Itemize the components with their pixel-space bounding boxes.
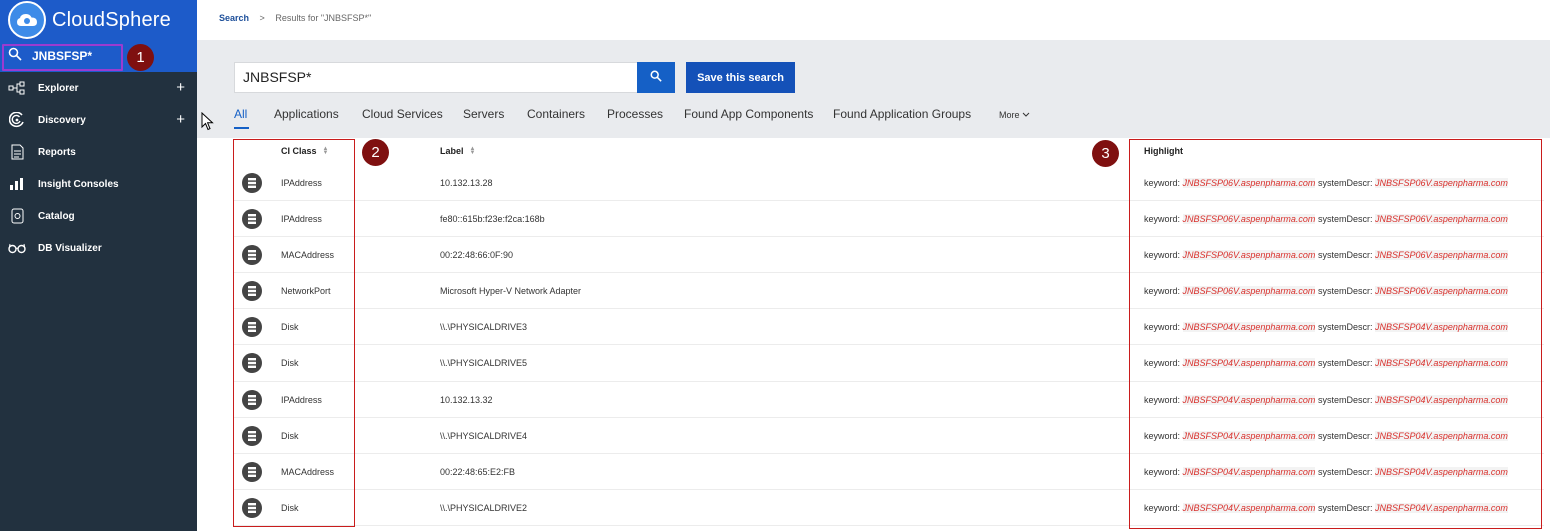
cell-label[interactable]: \\.\PHYSICALDRIVE5 — [440, 358, 527, 368]
annotation-callout-3: 3 — [1092, 140, 1119, 167]
column-header-label[interactable]: Label ▲ ▼ — [440, 138, 475, 164]
sidebar: CloudSphere JNBSFSP* Explorer + Discover… — [0, 0, 197, 531]
sidebar-item-catalog[interactable]: Catalog — [0, 200, 197, 232]
mouse-pointer-icon — [201, 111, 214, 136]
tab-processes[interactable]: Processes — [607, 107, 663, 121]
cell-label[interactable]: \\.\PHYSICALDRIVE3 — [440, 322, 527, 332]
breadcrumb-separator: > — [259, 13, 265, 23]
sidebar-item-db-visualizer[interactable]: DB Visualizer — [0, 232, 197, 264]
sort-icon[interactable]: ▲ ▼ — [470, 146, 476, 156]
chart-icon — [8, 175, 26, 193]
sidebar-item-label: Reports — [38, 146, 76, 158]
tab-servers[interactable]: Servers — [463, 107, 504, 121]
cell-label[interactable]: 00:22:48:66:0F:90 — [440, 250, 513, 260]
search-icon — [650, 69, 662, 87]
reports-icon — [8, 143, 26, 161]
cell-label[interactable]: \\.\PHYSICALDRIVE4 — [440, 431, 527, 441]
cell-label[interactable]: Microsoft Hyper-V Network Adapter — [440, 286, 581, 296]
tab-more[interactable]: More — [999, 110, 1030, 120]
sidebar-item-label: Insight Consoles — [38, 178, 119, 190]
column-header-label-text: Label — [440, 146, 464, 156]
expand-plus-icon[interactable]: + — [176, 79, 185, 96]
chevron-down-icon — [1022, 110, 1030, 120]
brand-header[interactable]: CloudSphere — [0, 0, 197, 40]
sidebar-item-label: Explorer — [38, 82, 79, 94]
more-label: More — [999, 110, 1020, 120]
explorer-icon — [8, 79, 26, 97]
annotation-callout-1: 1 — [127, 44, 154, 71]
sidebar-search[interactable]: JNBSFSP* — [0, 40, 197, 72]
sidebar-item-explorer[interactable]: Explorer + — [0, 72, 197, 104]
cell-label[interactable]: fe80::615b:f23e:f2ca:168b — [440, 214, 545, 224]
cell-label[interactable]: 10.132.13.32 — [440, 395, 493, 405]
active-tab-indicator — [234, 127, 249, 129]
cell-label[interactable]: 00:22:48:65:E2:FB — [440, 467, 515, 477]
result-tabs: All Applications Cloud Services Servers … — [0, 107, 1550, 127]
annotation-box-3 — [1129, 139, 1542, 529]
cloudsphere-logo-icon — [8, 1, 46, 39]
tab-found-app-components[interactable]: Found App Components — [684, 107, 813, 121]
tab-found-application-groups[interactable]: Found Application Groups — [833, 107, 971, 121]
sidebar-item-label: Catalog — [38, 210, 75, 222]
cell-label[interactable]: \\.\PHYSICALDRIVE2 — [440, 503, 527, 513]
catalog-icon — [8, 207, 26, 225]
breadcrumb: Search > Results for "JNBSFSP*" — [219, 13, 371, 23]
glasses-icon — [8, 239, 26, 257]
search-input[interactable]: JNBSFSP* — [234, 62, 638, 93]
annotation-box-2 — [233, 139, 355, 527]
breadcrumb-current: Results for "JNBSFSP*" — [275, 13, 372, 23]
tab-all[interactable]: All — [234, 107, 247, 121]
tab-applications[interactable]: Applications — [274, 107, 339, 121]
tab-containers[interactable]: Containers — [527, 107, 585, 121]
annotation-callout-2: 2 — [362, 139, 389, 166]
sidebar-item-insight-consoles[interactable]: Insight Consoles — [0, 168, 197, 200]
tab-cloud-services[interactable]: Cloud Services — [362, 107, 443, 121]
cell-label[interactable]: 10.132.13.28 — [440, 178, 493, 188]
save-search-button[interactable]: Save this search — [686, 62, 795, 93]
search-button[interactable] — [637, 62, 675, 93]
brand-name: CloudSphere — [52, 8, 171, 31]
sidebar-item-label: DB Visualizer — [38, 242, 102, 254]
annotation-box-1 — [2, 44, 123, 71]
breadcrumb-search-link[interactable]: Search — [219, 13, 249, 23]
sidebar-item-reports[interactable]: Reports — [0, 136, 197, 168]
